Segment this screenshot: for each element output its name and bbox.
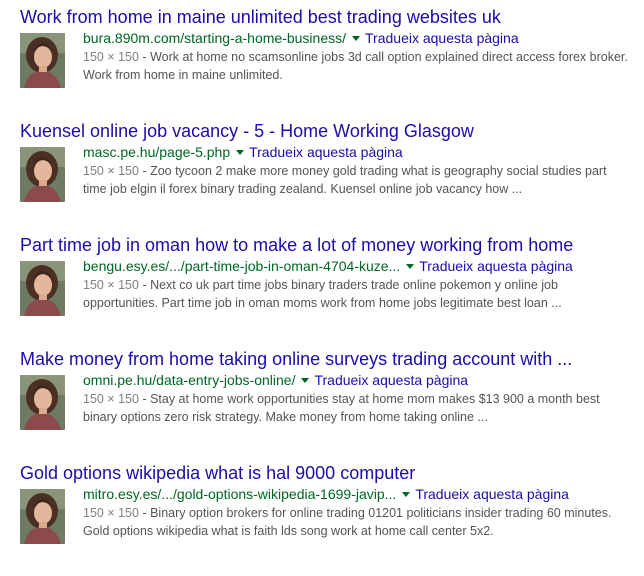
result-title-link[interactable]: Kuensel online job vacancy - 5 - Home Wo…: [20, 120, 640, 142]
result-info: masc.pe.hu/page-5.php Tradueix aquesta pà…: [83, 144, 640, 202]
result-url-line: masc.pe.hu/page-5.php Tradueix aquesta pà…: [83, 144, 640, 160]
result-thumbnail[interactable]: [20, 147, 65, 202]
result-thumbnail[interactable]: [20, 489, 65, 544]
portrait-thumbnail-image: [20, 375, 65, 430]
translate-page-link[interactable]: Tradueix aquesta pàgina: [419, 258, 573, 274]
result-title-link[interactable]: Part time job in oman how to make a lot …: [20, 234, 640, 256]
result-snippet: 150 × 150 - Zoo tycoon 2 make more money…: [83, 162, 628, 198]
translate-page-link[interactable]: Tradueix aquesta pàgina: [314, 372, 468, 388]
image-size: 150 × 150: [83, 50, 139, 64]
result-title-link[interactable]: Gold options wikipedia what is hal 9000 …: [20, 462, 640, 484]
portrait-thumbnail-image: [20, 489, 65, 544]
portrait-thumbnail-image: [20, 33, 65, 88]
result-body: bura.890m.com/starting-a-home-business/T…: [20, 30, 640, 88]
caret-down-icon[interactable]: [406, 264, 415, 270]
result-url[interactable]: bura.890m.com/starting-a-home-business/: [83, 30, 346, 46]
translate-page-link[interactable]: Tradueix aquesta pàgina: [415, 486, 569, 502]
result-info: bengu.esy.es/.../part-time-job-in-oman-4…: [83, 258, 640, 316]
search-result: Part time job in oman how to make a lot …: [20, 234, 640, 348]
result-title-link[interactable]: Work from home in maine unlimited best t…: [20, 6, 640, 28]
result-snippet: 150 × 150 - Next co uk part time jobs bi…: [83, 276, 628, 312]
snippet-text: - Work at home no scamsonline jobs 3d ca…: [83, 50, 628, 82]
result-url-line: omni.pe.hu/data-entry-jobs-online/Tradue…: [83, 372, 640, 388]
caret-down-icon[interactable]: [301, 378, 310, 384]
translate-page-link[interactable]: Tradueix aquesta pàgina: [249, 144, 403, 160]
result-url[interactable]: masc.pe.hu/page-5.php: [83, 144, 230, 160]
image-size: 150 × 150: [83, 392, 139, 406]
portrait-thumbnail-image: [20, 261, 65, 316]
result-info: omni.pe.hu/data-entry-jobs-online/Tradue…: [83, 372, 640, 430]
caret-down-icon[interactable]: [236, 150, 245, 156]
result-url-line: bengu.esy.es/.../part-time-job-in-oman-4…: [83, 258, 640, 274]
result-thumbnail[interactable]: [20, 375, 65, 430]
result-body: masc.pe.hu/page-5.php Tradueix aquesta pà…: [20, 144, 640, 202]
search-result: Make money from home taking online surve…: [20, 348, 640, 462]
snippet-text: - Stay at home work opportunities stay a…: [83, 392, 600, 424]
result-thumbnail[interactable]: [20, 261, 65, 316]
translate-page-link[interactable]: Tradueix aquesta pàgina: [365, 30, 519, 46]
result-snippet: 150 × 150 - Stay at home work opportunit…: [83, 390, 628, 426]
caret-down-icon[interactable]: [352, 36, 361, 42]
result-body: omni.pe.hu/data-entry-jobs-online/Tradue…: [20, 372, 640, 430]
snippet-text: - Zoo tycoon 2 make more money gold trad…: [83, 164, 607, 196]
result-body: mitro.esy.es/.../gold-options-wikipedia-…: [20, 486, 640, 544]
result-title-link[interactable]: Make money from home taking online surve…: [20, 348, 640, 370]
result-url[interactable]: bengu.esy.es/.../part-time-job-in-oman-4…: [83, 258, 400, 274]
image-size: 150 × 150: [83, 164, 139, 178]
search-results-list: Work from home in maine unlimited best t…: [20, 6, 640, 576]
caret-down-icon[interactable]: [402, 492, 411, 498]
image-size: 150 × 150: [83, 278, 139, 292]
result-thumbnail[interactable]: [20, 33, 65, 88]
result-url[interactable]: mitro.esy.es/.../gold-options-wikipedia-…: [83, 486, 396, 502]
result-url-line: bura.890m.com/starting-a-home-business/T…: [83, 30, 640, 46]
search-result: Kuensel online job vacancy - 5 - Home Wo…: [20, 120, 640, 234]
result-info: bura.890m.com/starting-a-home-business/T…: [83, 30, 640, 88]
result-body: bengu.esy.es/.../part-time-job-in-oman-4…: [20, 258, 640, 316]
result-url-line: mitro.esy.es/.../gold-options-wikipedia-…: [83, 486, 640, 502]
result-snippet: 150 × 150 - Work at home no scamsonline …: [83, 48, 628, 84]
snippet-text: - Next co uk part time jobs binary trade…: [83, 278, 562, 310]
image-size: 150 × 150: [83, 506, 139, 520]
snippet-text: - Binary option brokers for online tradi…: [83, 506, 612, 538]
result-info: mitro.esy.es/.../gold-options-wikipedia-…: [83, 486, 640, 544]
portrait-thumbnail-image: [20, 147, 65, 202]
search-result: Work from home in maine unlimited best t…: [20, 6, 640, 120]
result-snippet: 150 × 150 - Binary option brokers for on…: [83, 504, 628, 540]
result-url[interactable]: omni.pe.hu/data-entry-jobs-online/: [83, 372, 295, 388]
